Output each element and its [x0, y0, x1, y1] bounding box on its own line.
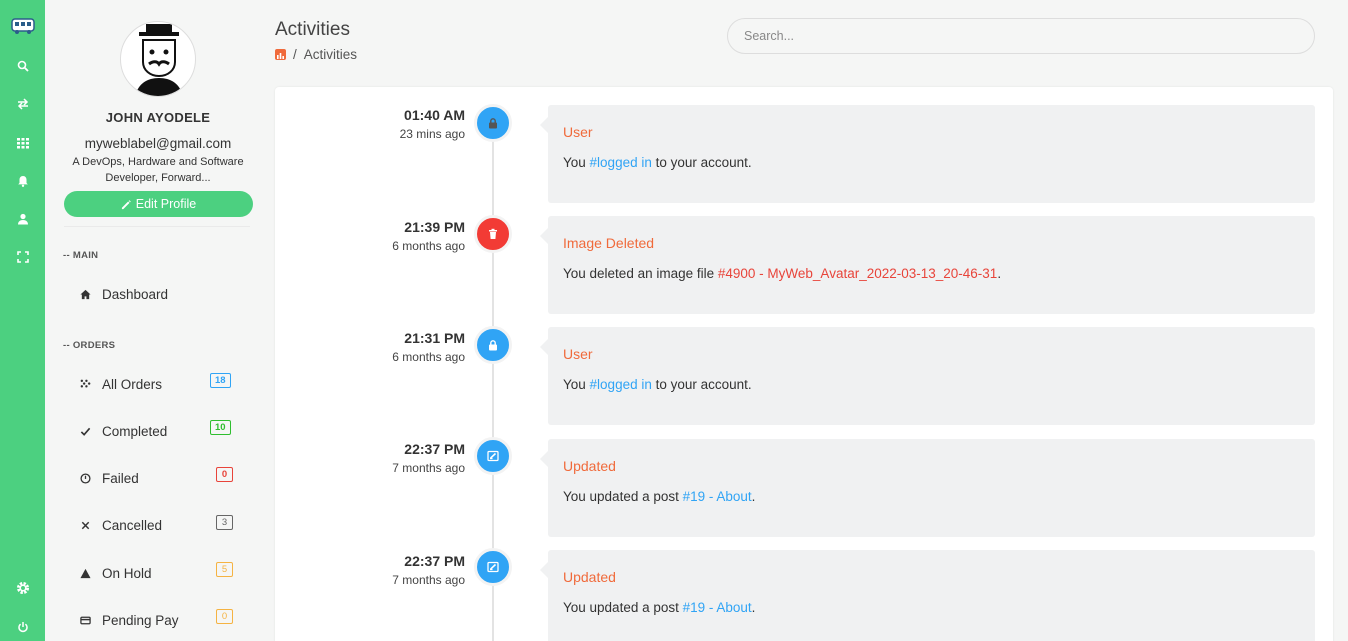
activity-text: You deleted an image file #4900 - MyWeb_… [563, 266, 1001, 281]
activity-time: 22:37 PM [404, 553, 465, 569]
times-icon [78, 518, 92, 532]
gear-icon[interactable] [0, 578, 45, 598]
check-icon [78, 424, 92, 438]
activity-text: You updated a post #19 - About. [563, 600, 755, 615]
user-icon[interactable] [0, 209, 45, 229]
activity-time: 21:39 PM [404, 219, 465, 235]
search-input[interactable] [727, 18, 1315, 54]
activity-link[interactable]: #4900 - MyWeb_Avatar_2022-03-13_20-46-31 [718, 266, 997, 281]
edit-icon [474, 437, 512, 475]
sidebar-item-label: On Hold [102, 565, 152, 581]
activity-ago: 6 months ago [392, 350, 465, 364]
icon-rail [0, 0, 45, 641]
activity-ago: 7 months ago [392, 461, 465, 475]
sidebar-item-label: Dashboard [102, 286, 169, 302]
activity-time: 01:40 AM [404, 107, 465, 123]
breadcrumb-current: Activities [303, 47, 358, 62]
logo-icon[interactable] [0, 15, 45, 35]
activity-panel: User You #logged in to your account. [540, 327, 1315, 425]
activity-time: 22:37 PM [404, 441, 465, 457]
power-icon[interactable] [0, 617, 45, 637]
edit-icon [474, 548, 512, 586]
activity-title: Image Deleted [563, 235, 655, 251]
activity-text-pre: You [563, 155, 590, 170]
section-heading-main: -- MAIN [63, 250, 99, 261]
activity-link[interactable]: #logged in [590, 155, 652, 170]
lock-icon [474, 104, 512, 142]
activity-ago: 6 months ago [392, 239, 465, 253]
activity-ago: 23 mins ago [399, 127, 465, 141]
activity-ago: 7 months ago [392, 573, 465, 587]
activity-time: 21:31 PM [404, 330, 465, 346]
page-title: Activities [275, 19, 350, 40]
fullscreen-icon[interactable] [0, 247, 45, 267]
lock-icon [474, 326, 512, 364]
avatar[interactable] [120, 21, 196, 97]
profile-bio: A DevOps, Hardware and Software Develope… [72, 156, 244, 184]
activity-text: You #logged in to your account. [563, 155, 752, 170]
activity-text: You #logged in to your account. [563, 377, 752, 392]
activity-panel: Updated You updated a post #19 - About. [540, 439, 1315, 537]
activity-text: You updated a post #19 - About. [563, 489, 755, 504]
count-badge: 10 [210, 420, 231, 435]
pencil-icon [121, 199, 131, 209]
chart-icon[interactable] [275, 49, 286, 60]
edit-profile-label: Edit Profile [135, 197, 197, 211]
sidebar-item-label: All Orders [102, 376, 163, 392]
warning-icon [78, 566, 92, 580]
swap-icon[interactable] [0, 94, 45, 114]
sidebar-item-label: Failed [102, 470, 139, 486]
count-badge: 3 [216, 515, 233, 530]
breadcrumb-separator: / [293, 47, 297, 62]
count-badge: 0 [216, 609, 233, 624]
sidebar-item-label: Completed [102, 423, 168, 439]
count-badge: 18 [210, 373, 231, 388]
card-icon [78, 613, 92, 627]
sidebar-item-label: Cancelled [102, 517, 163, 533]
sidebar-item-dashboard[interactable]: Dashboard [78, 284, 248, 304]
activity-text-pre: You updated a post [563, 600, 683, 615]
trash-icon [474, 215, 512, 253]
count-badge: 0 [216, 467, 233, 482]
scatter-icon [78, 377, 92, 391]
sidebar-item-label: Pending Pay [102, 612, 179, 628]
activity-panel: User You #logged in to your account. [540, 105, 1315, 203]
activity-panel: Image Deleted You deleted an image file … [540, 216, 1315, 314]
activity-text-post: . [751, 489, 756, 504]
clock-icon [78, 471, 92, 485]
divider [64, 226, 250, 227]
activity-title: Updated [563, 458, 616, 474]
count-badge: 5 [216, 562, 233, 577]
section-heading-orders: -- ORDERS [63, 340, 116, 351]
activity-panel: Updated You updated a post #19 - About. [540, 550, 1315, 641]
activity-link[interactable]: #19 - About [683, 489, 752, 504]
activity-title: Updated [563, 569, 616, 585]
activity-text-post: . [997, 266, 1002, 281]
activity-text-pre: You deleted an image file [563, 266, 718, 281]
breadcrumb: / Activities [275, 47, 357, 62]
activity-title: User [563, 346, 593, 362]
home-icon [78, 287, 92, 301]
profile-name: JOHN AYODELE [105, 110, 211, 125]
activity-link[interactable]: #logged in [590, 377, 652, 392]
bell-icon[interactable] [0, 171, 45, 191]
activity-text-post: to your account. [651, 377, 752, 392]
activity-text-pre: You updated a post [563, 489, 683, 504]
profile-email: myweblabel@gmail.com [84, 136, 232, 151]
activity-link[interactable]: #19 - About [683, 600, 752, 615]
profile-sidebar: JOHN AYODELE myweblabel@gmail.com A DevO… [45, 0, 275, 641]
activity-title: User [563, 124, 593, 140]
activity-text-post: to your account. [651, 155, 752, 170]
edit-profile-button[interactable]: Edit Profile [64, 191, 253, 217]
activity-text-post: . [751, 600, 756, 615]
activity-text-pre: You [563, 377, 590, 392]
search-icon[interactable] [0, 56, 45, 76]
grid-icon[interactable] [0, 133, 45, 153]
